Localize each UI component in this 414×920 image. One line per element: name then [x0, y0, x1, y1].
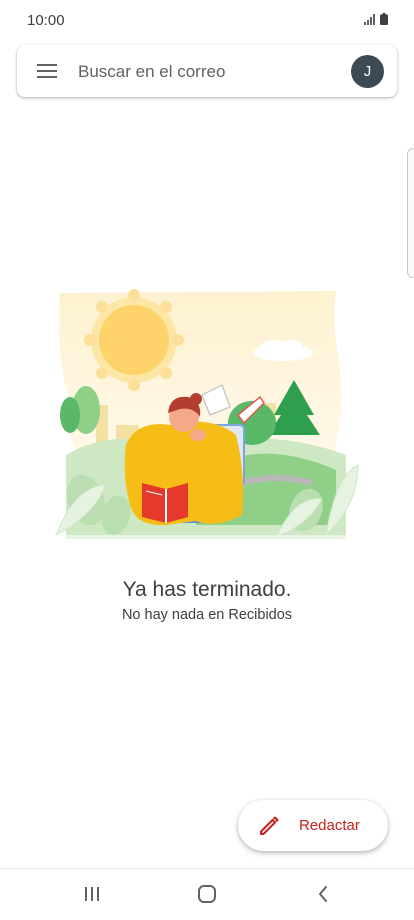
compose-button[interactable]: Redactar — [238, 800, 388, 851]
battery-icon — [380, 13, 388, 25]
search-input[interactable]: Buscar en el correo — [78, 62, 225, 82]
status-bar: 10:00 — [0, 0, 414, 40]
home-icon[interactable] — [193, 881, 221, 907]
sun-shape — [99, 305, 169, 375]
pencil-icon — [260, 816, 279, 835]
search-bar[interactable]: Buscar en el correo J — [17, 45, 397, 97]
back-icon[interactable] — [309, 881, 337, 907]
gmail-inbox-screen: 10:00 Buscar en el correo J Ya has termi… — [0, 0, 414, 920]
status-icons — [364, 13, 388, 25]
compose-label: Redactar — [299, 817, 360, 834]
empty-state-title: Ya has terminado. — [122, 578, 292, 601]
empty-state-subtitle: No hay nada en Recibidos — [121, 607, 293, 623]
reading-woman-illustration — [55, 289, 359, 539]
recent-apps-icon[interactable] — [78, 881, 106, 907]
account-avatar[interactable]: J — [351, 55, 384, 88]
status-time: 10:00 — [27, 12, 65, 29]
system-navigation-bar — [0, 869, 414, 920]
hamburger-menu-icon[interactable] — [31, 58, 63, 84]
edge-panel-handle[interactable] — [407, 148, 414, 278]
signal-icon — [364, 14, 375, 25]
